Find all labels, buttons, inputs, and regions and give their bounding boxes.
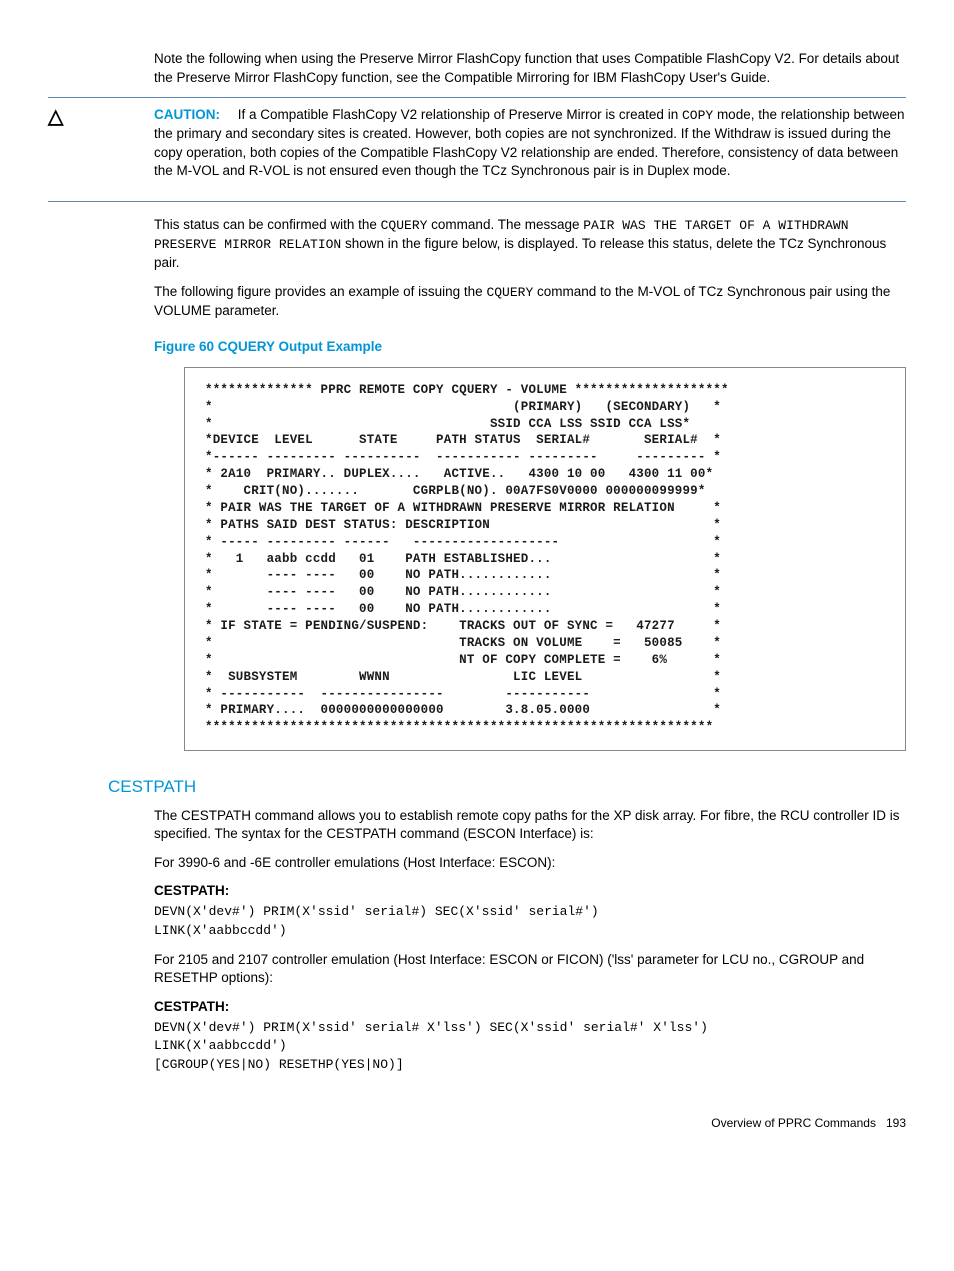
cestpath-heading: CESTPATH	[108, 775, 906, 798]
intro-paragraph: Note the following when using the Preser…	[154, 50, 906, 87]
page-number: 193	[886, 1116, 906, 1130]
example-paragraph: The following figure provides an example…	[154, 283, 906, 321]
ficon-line: For 2105 and 2107 controller emulation (…	[154, 951, 906, 988]
ficon-syntax: DEVN(X'dev#') PRIM(X'ssid' serial# X'lss…	[154, 1019, 906, 1076]
cestpath-label-1: CESTPATH:	[154, 882, 906, 901]
cquery-code-1: CQUERY	[381, 218, 428, 233]
cestpath-intro: The CESTPATH command allows you to estab…	[154, 807, 906, 844]
caution-label: CAUTION:	[154, 107, 220, 122]
cestpath-label-2: CESTPATH:	[154, 998, 906, 1017]
warning-icon: △	[48, 106, 88, 128]
cquery-output-box: ************** PPRC REMOTE COPY CQUERY -…	[184, 367, 906, 751]
escon-syntax: DEVN(X'dev#') PRIM(X'ssid' serial#) SEC(…	[154, 903, 906, 941]
cquery-code-2: CQUERY	[486, 285, 533, 300]
status-paragraph: This status can be confirmed with the CQ…	[154, 216, 906, 273]
figure-caption: Figure 60 CQUERY Output Example	[154, 338, 906, 357]
copy-code: COPY	[682, 108, 713, 123]
page-footer: Overview of PPRC Commands 193	[48, 1115, 906, 1132]
caution-block: △ CAUTION: If a Compatible FlashCopy V2 …	[48, 97, 906, 202]
caution-text: CAUTION: If a Compatible FlashCopy V2 re…	[154, 106, 906, 181]
escon-line: For 3990-6 and -6E controller emulations…	[154, 854, 906, 873]
